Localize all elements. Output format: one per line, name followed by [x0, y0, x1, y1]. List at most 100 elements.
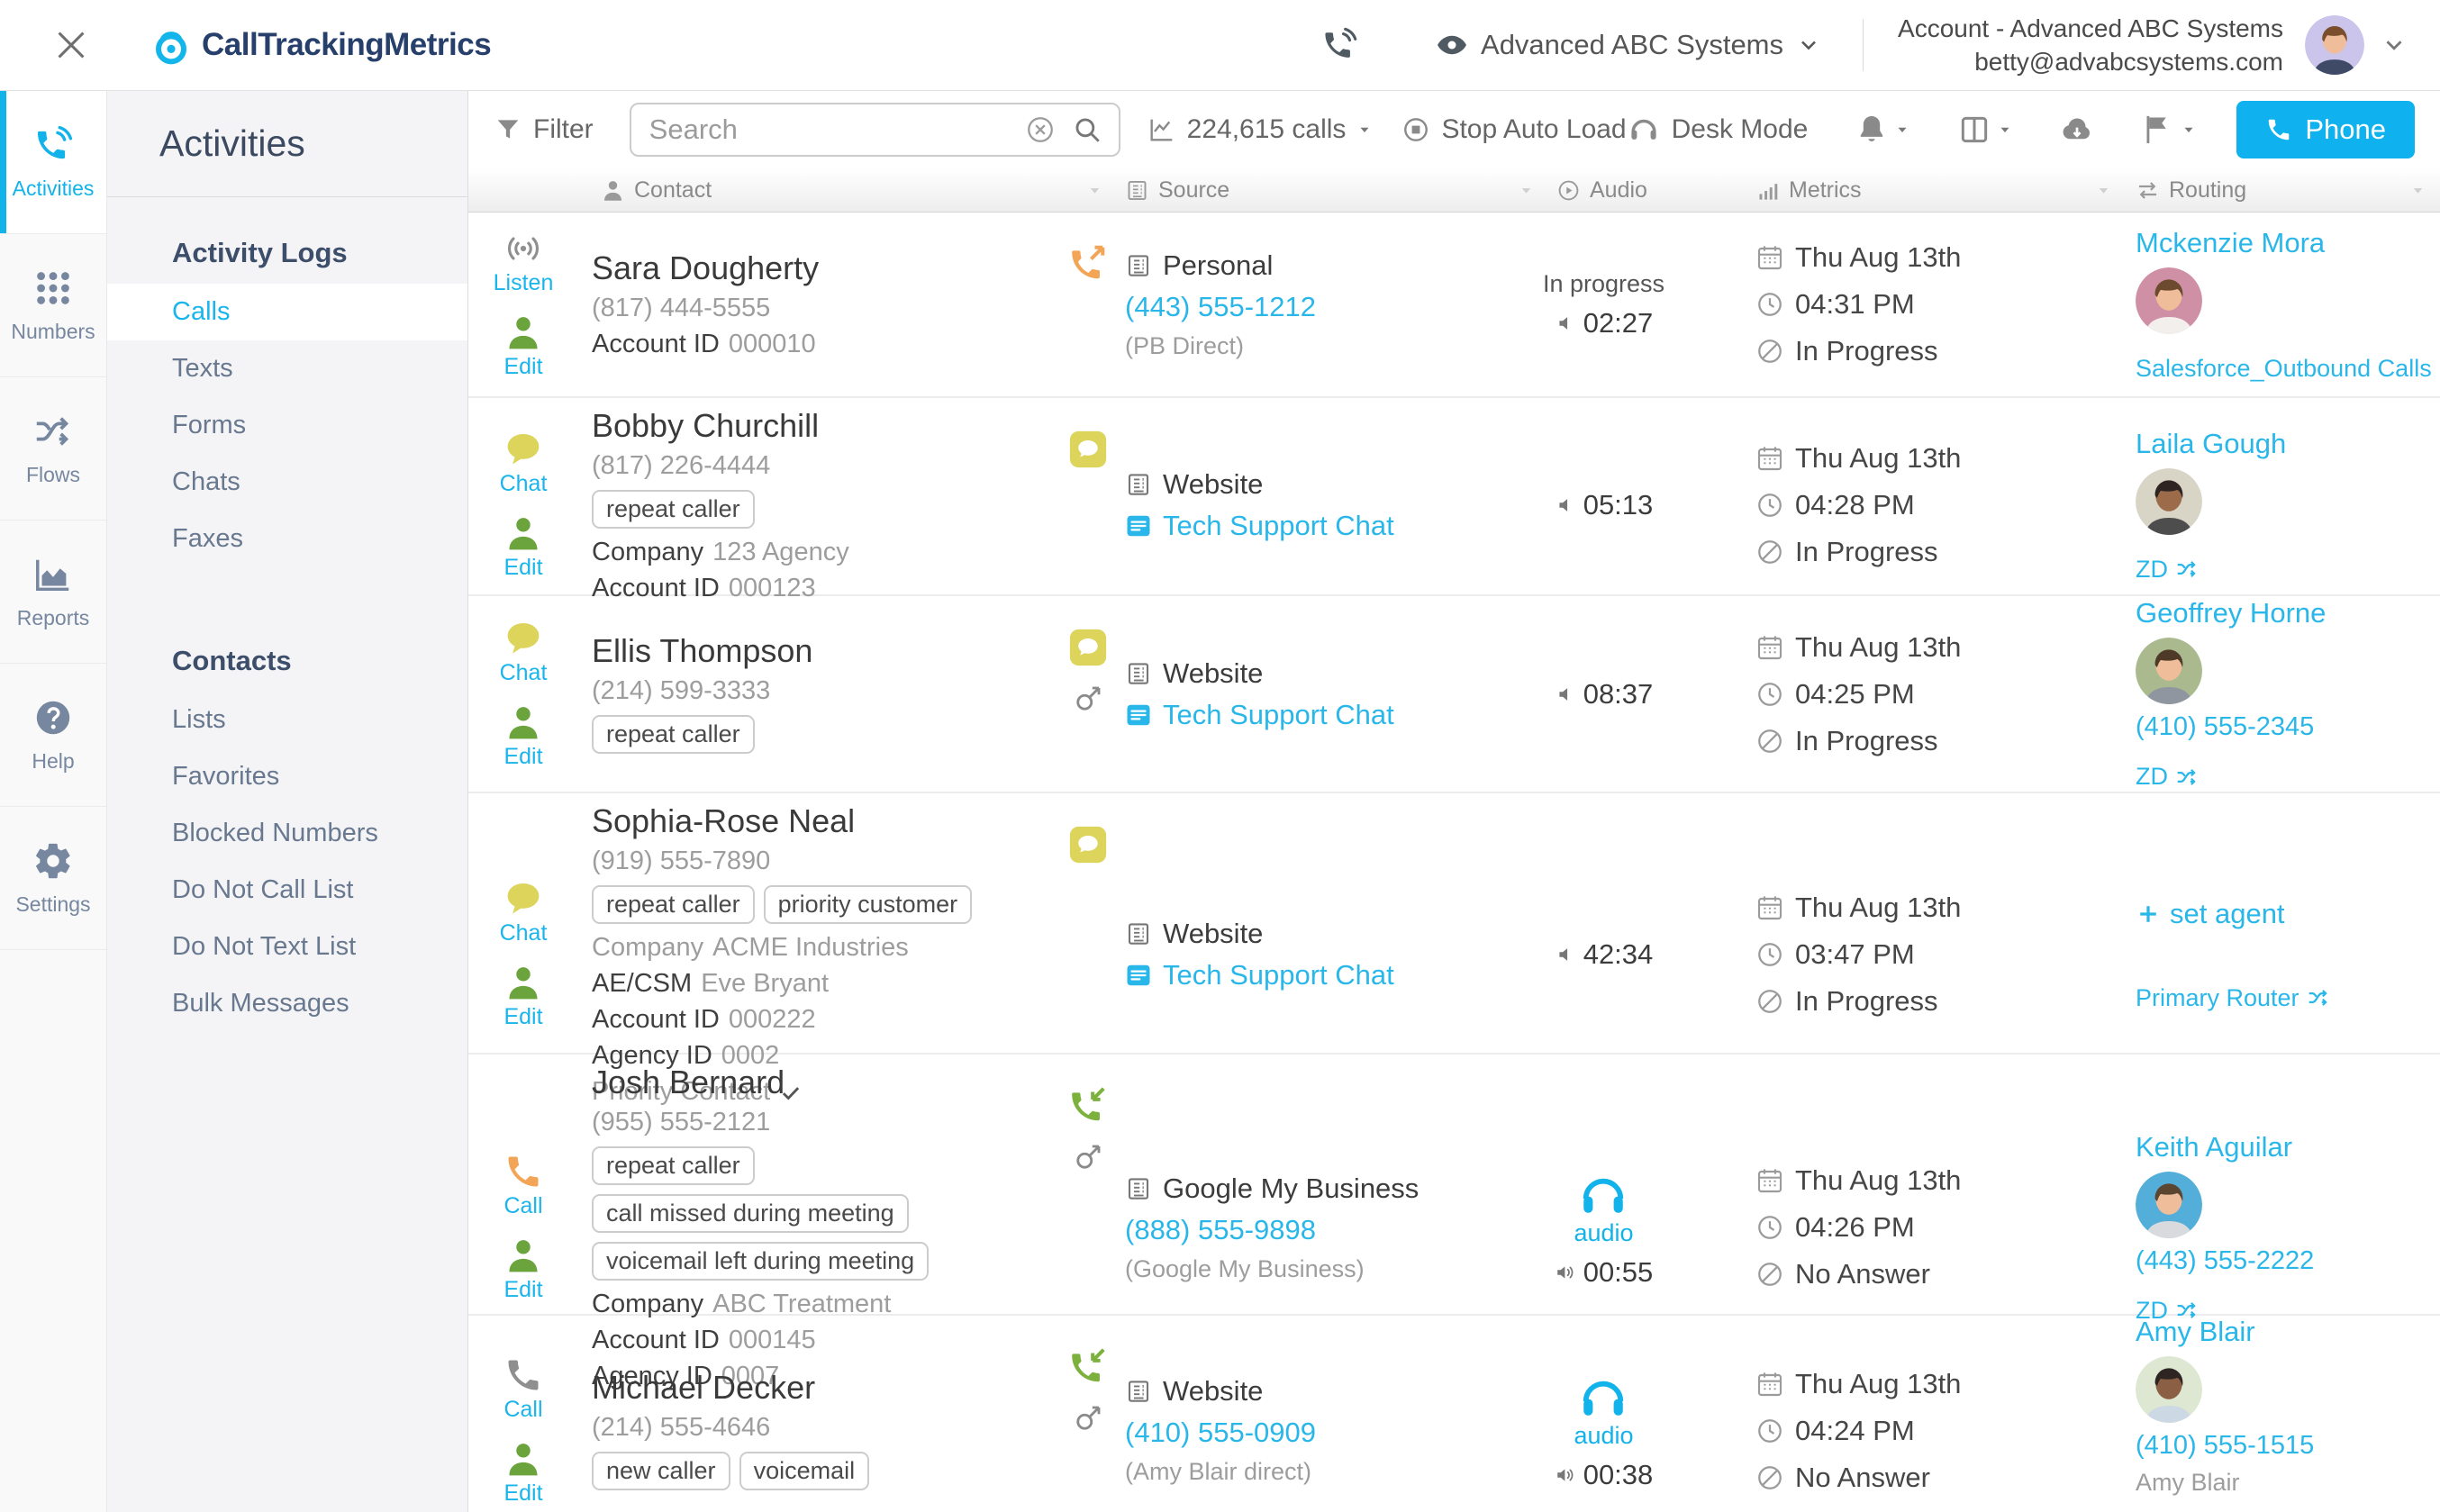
sidebar-item-numbers[interactable]: Numbers — [0, 234, 106, 377]
nav-item-forms[interactable]: Forms — [107, 397, 467, 454]
audio-duration-value: 05:13 — [1583, 489, 1654, 521]
notifications-button[interactable] — [1855, 113, 1910, 147]
audio-player[interactable]: audio — [1574, 1370, 1633, 1450]
contact-field-value: Eve Bryant — [701, 969, 829, 999]
source-chat-link[interactable]: Tech Support Chat — [1125, 699, 1501, 731]
speaker-icon — [1555, 493, 1578, 517]
clear-search-icon[interactable] — [1025, 114, 1056, 145]
columns-button[interactable] — [1957, 113, 2013, 147]
app-logo[interactable]: CallTrackingMetrics — [150, 23, 491, 67]
filter-caret-icon[interactable] — [1518, 182, 1535, 199]
speaker-icon — [1555, 943, 1578, 966]
listen-action[interactable]: Listen — [494, 229, 554, 296]
page-title: Activities — [107, 91, 467, 197]
contact-tags: repeat callerpriority customer — [592, 885, 1033, 924]
edit-action[interactable]: Edit — [503, 1439, 543, 1507]
sidebar-item-label: Help — [32, 749, 74, 774]
phoneOut-icon — [1067, 243, 1109, 285]
clock-icon — [1755, 1213, 1784, 1242]
clock-icon — [1755, 940, 1784, 969]
sidebar-item-help[interactable]: Help — [0, 664, 106, 807]
filter-caret-icon[interactable] — [2409, 182, 2426, 199]
table-row: CallEditMichael Decker(214) 555-4646new … — [468, 1316, 2440, 1512]
sidebar-item-settings[interactable]: Settings — [0, 807, 106, 950]
routing-route-link[interactable]: ZD — [2136, 763, 2199, 791]
phone-button[interactable]: Phone — [2236, 101, 2415, 158]
routing-agent-link[interactable]: Mckenzie Mora — [2136, 227, 2325, 259]
nav-item-blocked-numbers[interactable]: Blocked Numbers — [107, 805, 467, 862]
nav-item-faxes[interactable]: Faxes — [107, 511, 467, 567]
edit-action[interactable]: Edit — [503, 1236, 543, 1303]
nav-item-calls[interactable]: Calls — [107, 284, 467, 340]
nav-item-favorites[interactable]: Favorites — [107, 748, 467, 805]
stop-auto-load-button[interactable]: Stop Auto Load — [1401, 114, 1626, 145]
routing-agent-link[interactable]: Amy Blair — [2136, 1316, 2255, 1348]
source-phone-link[interactable]: (888) 555-9898 — [1125, 1214, 1501, 1246]
routing-route-link[interactable]: Primary Router — [2136, 984, 2330, 1012]
account-switcher[interactable]: Advanced ABC Systems — [1436, 29, 1821, 61]
filter-button[interactable]: Filter — [494, 114, 594, 145]
source-chat-link[interactable]: Tech Support Chat — [1125, 959, 1501, 991]
routing-phone-link[interactable]: (410) 555-1515 — [2136, 1431, 2314, 1461]
search-input[interactable] — [648, 113, 1025, 147]
contact-tag: repeat caller — [592, 715, 755, 754]
call-action[interactable]: Call — [503, 1152, 543, 1219]
source-phone-link[interactable]: (410) 555-0909 — [1125, 1417, 1501, 1449]
call-action[interactable]: Call — [503, 1355, 543, 1423]
activity-list: ListenEditSara Dougherty(817) 444-5555Ac… — [468, 213, 2440, 1512]
routing-agent-link[interactable]: Keith Aguilar — [2136, 1131, 2292, 1163]
filter-caret-icon[interactable] — [1086, 182, 1103, 199]
softphone-icon[interactable] — [1320, 26, 1358, 64]
nav-item-do-not-call-list[interactable]: Do Not Call List — [107, 862, 467, 919]
calls-count-dropdown[interactable]: 224,615 calls — [1147, 114, 1374, 145]
contact-tags: repeat caller — [592, 490, 1033, 529]
set-agent-action[interactable]: set agent — [2136, 898, 2285, 930]
close-icon[interactable] — [50, 24, 92, 66]
phone-icon — [2265, 116, 2292, 143]
user-avatar[interactable] — [2305, 15, 2364, 75]
source-chat-link[interactable]: Tech Support Chat — [1125, 510, 1501, 542]
edit-action[interactable]: Edit — [503, 513, 543, 581]
filter-caret-icon[interactable] — [2095, 182, 2112, 199]
routing-route-link[interactable]: ZD — [2136, 556, 2199, 584]
metric-status: In Progress — [1755, 335, 2136, 367]
routing-agent-link[interactable]: Laila Gough — [2136, 428, 2286, 460]
routing-phone-link[interactable]: (410) 555-2345 — [2136, 712, 2314, 742]
caret-down-icon — [1356, 122, 1373, 138]
nav-sections: Activity LogsCallsTextsFormsChatsFaxesCo… — [107, 197, 467, 1032]
filter-icon — [494, 115, 522, 144]
metric-time-value: 04:25 PM — [1795, 678, 1915, 711]
clock-icon — [1755, 290, 1784, 319]
main-content: Filter 224,615 calls Stop Auto Load — [468, 91, 2440, 1512]
chat-action[interactable]: Chat — [500, 619, 548, 686]
metric-date-value: Thu Aug 13th — [1795, 442, 1961, 475]
nav-item-do-not-text-list[interactable]: Do Not Text List — [107, 919, 467, 975]
desk-mode-button[interactable]: Desk Mode — [1627, 113, 1809, 147]
export-button[interactable] — [2060, 113, 2094, 147]
edit-action[interactable]: Edit — [503, 963, 543, 1030]
edit-action[interactable]: Edit — [503, 312, 543, 380]
audio-player[interactable]: audio — [1574, 1167, 1633, 1247]
nav-item-lists[interactable]: Lists — [107, 692, 467, 748]
chat-action[interactable]: Chat — [500, 879, 548, 946]
routing-route-label: Salesforce_Outbound Calls — [2136, 355, 2432, 383]
edit-action[interactable]: Edit — [503, 702, 543, 770]
chat-action[interactable]: Chat — [500, 430, 548, 497]
routing-agent-link[interactable]: Geoffrey Horne — [2136, 597, 2326, 629]
edit-action-label: Edit — [503, 1004, 542, 1030]
source-phone-link[interactable]: (443) 555-1212 — [1125, 291, 1501, 323]
routing-route-link[interactable]: Salesforce_Outbound Calls — [2136, 355, 2440, 383]
nav-item-texts[interactable]: Texts — [107, 340, 467, 397]
search-icon[interactable] — [1072, 114, 1102, 145]
speaker-icon — [1555, 312, 1578, 335]
routing-phone-link[interactable]: (443) 555-2222 — [2136, 1246, 2314, 1276]
chevron-down-icon[interactable] — [2381, 32, 2408, 59]
chatSquare-icon — [1067, 824, 1109, 865]
sidebar-item-flows[interactable]: Flows — [0, 377, 106, 521]
nav-item-chats[interactable]: Chats — [107, 454, 467, 511]
flag-button[interactable] — [2141, 113, 2197, 147]
source-title: Website — [1125, 918, 1501, 950]
nav-item-bulk-messages[interactable]: Bulk Messages — [107, 975, 467, 1032]
sidebar-item-reports[interactable]: Reports — [0, 521, 106, 664]
sidebar-item-activities[interactable]: Activities — [0, 91, 106, 234]
